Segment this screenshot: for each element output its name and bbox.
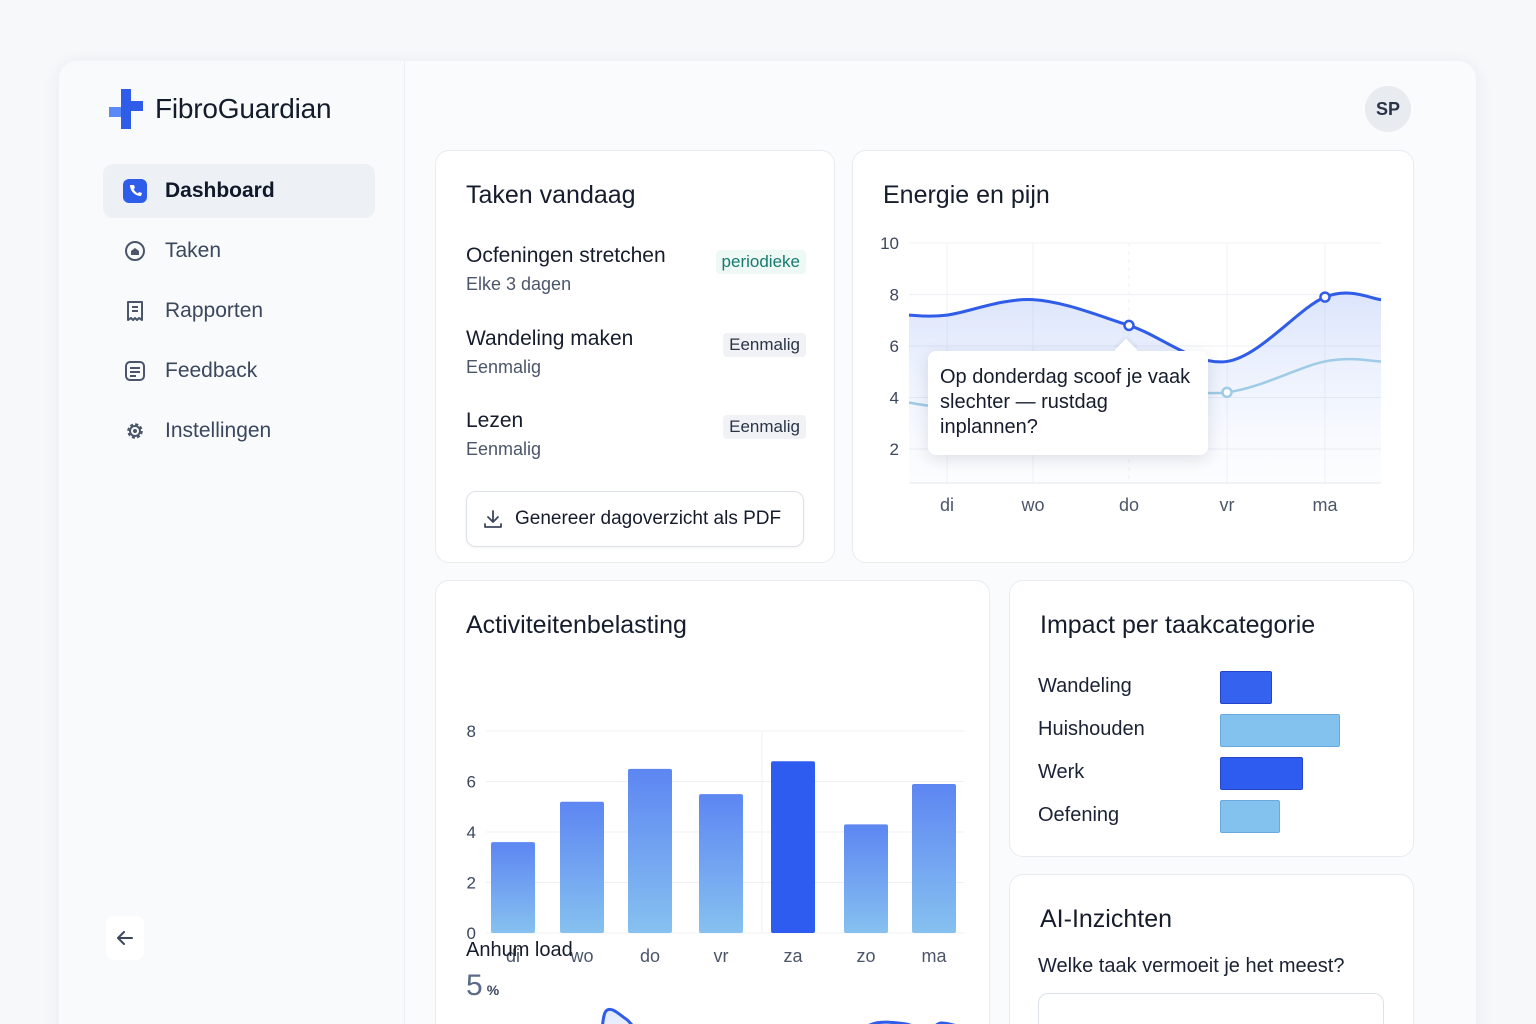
y-tick-label: 4 xyxy=(467,823,476,842)
x-tick-label: ma xyxy=(921,946,947,966)
pdf-button-label: Genereer dagoverzicht als PDF xyxy=(515,508,782,529)
x-tick-label: wo xyxy=(1020,495,1044,515)
sidebar-item-rapporten[interactable]: Rapporten xyxy=(103,284,375,338)
x-tick-label: do xyxy=(1119,495,1139,515)
brand-name: FibroGuardian xyxy=(155,93,332,124)
sidebar-item-label: Taken xyxy=(165,239,222,262)
y-tick-label: 2 xyxy=(467,874,476,893)
impact-label: Werk xyxy=(1038,761,1085,783)
impact-row: Huishouden xyxy=(1038,714,1378,748)
data-point xyxy=(1221,386,1233,399)
task-item[interactable]: Ocfeningen stretchen Elke 3 dagen period… xyxy=(466,244,806,295)
bar xyxy=(560,801,604,933)
bar xyxy=(628,768,672,933)
bar xyxy=(771,761,815,933)
impact-bar xyxy=(1220,714,1340,747)
y-tick-label: 6 xyxy=(890,337,899,356)
task-item[interactable]: Wandeling maken Eenmalig Eenmalig xyxy=(466,327,806,378)
collapse-sidebar-button[interactable] xyxy=(106,916,144,960)
data-point xyxy=(1319,291,1331,303)
task-frequency: Elke 3 dagen xyxy=(466,274,572,294)
task-tag: periodieke xyxy=(715,250,806,274)
impact-bar xyxy=(1220,757,1304,790)
gear-icon xyxy=(121,417,149,445)
x-tick-label: za xyxy=(783,946,803,966)
sidebar-item-label: Instellingen xyxy=(165,419,272,442)
sidebar: FibroGuardian Dashboard Taken Rapporten xyxy=(59,61,405,1024)
x-tick-label: zo xyxy=(856,946,875,966)
y-tick-label: 10 xyxy=(880,234,899,253)
task-item[interactable]: Lezen Eenmalig Eenmalig xyxy=(466,409,806,460)
y-tick-label: 6 xyxy=(467,773,476,792)
sidebar-item-label: Dashboard xyxy=(165,179,275,202)
receipt-icon xyxy=(121,297,149,325)
data-point xyxy=(1123,319,1135,332)
impact-label: Huishouden xyxy=(1038,718,1145,740)
task-tag: Eenmalig xyxy=(723,415,806,439)
insight-tooltip: Op donderdag scoof je vaak slechter — ru… xyxy=(928,351,1208,455)
x-tick-label: vr xyxy=(1220,495,1235,515)
task-tag: Eenmalig xyxy=(723,333,806,357)
sidebar-item-dashboard[interactable]: Dashboard xyxy=(103,164,375,218)
sidebar-nav: Dashboard Taken Rapporten Feedback Inste… xyxy=(103,164,375,464)
impact-row: Wandeling xyxy=(1038,671,1378,705)
generate-pdf-button[interactable]: Genereer dagoverzicht als PDF xyxy=(466,491,804,547)
ai-answer-input[interactable] xyxy=(1038,993,1384,1024)
document-icon xyxy=(121,357,149,385)
x-tick-label: di xyxy=(940,495,954,515)
home-circle-icon xyxy=(121,237,149,265)
tasks-card: Taken vandaag Ocfeningen stretchen Elke … xyxy=(435,150,835,563)
x-tick-label: vr xyxy=(714,946,729,966)
x-tick-label: do xyxy=(640,946,660,966)
ai-question: Welke taak vermoeit je het meest? xyxy=(1038,955,1345,977)
impact-card: Impact per taakcategorie Wandeling Huisho… xyxy=(1009,580,1414,857)
y-tick-label: 8 xyxy=(467,722,476,741)
impact-row: Oefening xyxy=(1038,800,1378,834)
load-unit: % xyxy=(486,982,500,998)
y-tick-label: 4 xyxy=(890,389,899,408)
brand: FibroGuardian xyxy=(107,89,332,129)
task-frequency: Eenmalig xyxy=(466,357,542,377)
sidebar-item-feedback[interactable]: Feedback xyxy=(103,344,375,398)
x-tick-label: ma xyxy=(1312,495,1338,515)
ai-card: AI-Inzichten Welke taak vermoeit je het … xyxy=(1009,874,1414,1024)
sidebar-item-label: Rapporten xyxy=(165,299,264,322)
y-tick-label: 2 xyxy=(890,440,899,459)
bar xyxy=(844,824,888,933)
load-label: Anhum load xyxy=(466,939,573,961)
phone-icon xyxy=(121,177,149,205)
impact-row: Werk xyxy=(1038,757,1378,791)
impact-label: Oefening xyxy=(1038,804,1120,826)
bar xyxy=(912,784,956,933)
y-tick-label: 8 xyxy=(890,286,899,305)
bar xyxy=(699,794,743,933)
download-icon xyxy=(484,510,502,528)
card-title: Taken vandaag xyxy=(466,181,636,209)
load-value: 5% xyxy=(466,969,499,1003)
card-title: AI-Inzichten xyxy=(1040,905,1173,933)
task-frequency: Eenmalig xyxy=(466,439,542,459)
bar xyxy=(491,842,535,933)
impact-label: Wandeling xyxy=(1038,675,1132,697)
sidebar-item-label: Feedback xyxy=(165,359,258,382)
x-tick-label: wo xyxy=(569,946,593,966)
card-title: Impact per taakcategorie xyxy=(1040,611,1316,639)
arrow-left-icon xyxy=(117,931,133,945)
impact-bar xyxy=(1220,800,1280,833)
load-number: 5 xyxy=(466,969,483,1002)
sidebar-item-instellingen[interactable]: Instellingen xyxy=(103,404,375,458)
energy-card: Energie en pijn 2 4 6 8 10 di wo do vr ma Op dond… xyxy=(852,150,1414,563)
impact-bar xyxy=(1220,671,1272,704)
app-window: FibroGuardian Dashboard Taken Rapporten xyxy=(59,61,1476,1024)
activity-card: Activiteitenbelasting 0 2 4 6 8 di wo do vr za zo m… xyxy=(435,580,990,1024)
avatar[interactable]: SP xyxy=(1365,86,1411,132)
logo-icon xyxy=(109,89,143,129)
sidebar-item-taken[interactable]: Taken xyxy=(103,224,375,278)
